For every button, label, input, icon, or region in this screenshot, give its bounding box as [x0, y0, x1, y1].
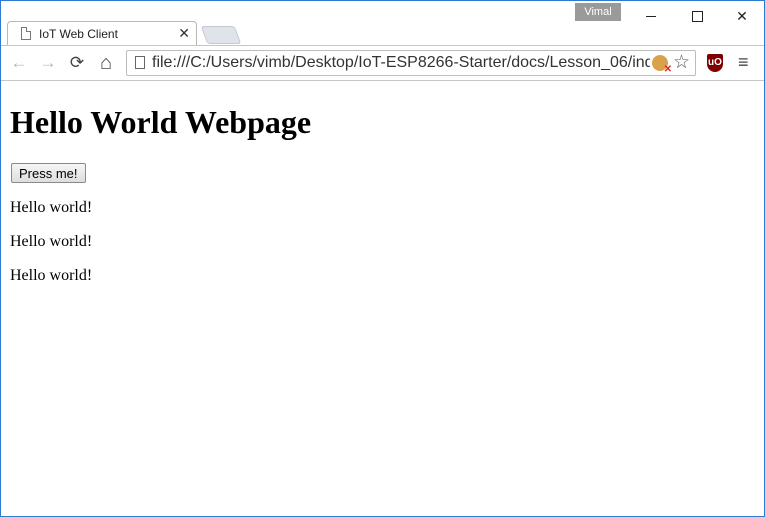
- minimize-button[interactable]: [629, 5, 675, 27]
- tab-title: IoT Web Client: [39, 27, 118, 41]
- home-icon[interactable]: ⌂: [95, 52, 117, 74]
- close-window-button[interactable]: ✕: [719, 5, 764, 27]
- page-heading: Hello World Webpage: [10, 104, 312, 140]
- address-bar[interactable]: file:///C:/Users/vimb/Desktop/IoT-ESP826…: [126, 50, 696, 76]
- document-icon: [21, 27, 31, 40]
- page-content: Hello World Webpage Press me! Hello worl…: [1, 81, 764, 516]
- back-arrow-icon[interactable]: ←: [8, 52, 30, 74]
- page-icon: [135, 56, 145, 69]
- hello-paragraph: Hello world!: [10, 233, 93, 250]
- profile-badge[interactable]: Vimal: [575, 3, 621, 21]
- url-text[interactable]: file:///C:/Users/vimb/Desktop/IoT-ESP826…: [152, 54, 650, 72]
- press-me-button[interactable]: Press me!: [11, 163, 86, 183]
- hello-paragraph: Hello world!: [10, 267, 93, 284]
- browser-toolbar: ← → ⟳ ⌂ file:///C:/Users/vimb/Desktop/Io…: [1, 45, 764, 81]
- reload-icon[interactable]: ⟳: [66, 52, 88, 74]
- browser-window: IoT Web Client ✕ Vimal ✕ ← → ⟳ ⌂ file://…: [0, 0, 765, 517]
- forward-arrow-icon[interactable]: →: [37, 52, 59, 74]
- hello-paragraph: Hello world!: [10, 199, 93, 216]
- menu-icon[interactable]: ≡: [738, 52, 749, 73]
- maximize-icon: [692, 11, 703, 22]
- title-bar: IoT Web Client ✕ Vimal ✕: [1, 1, 764, 45]
- cookie-blocked-icon[interactable]: [652, 55, 672, 75]
- tab-iot-web-client[interactable]: IoT Web Client ✕: [7, 21, 197, 45]
- minimize-icon: [646, 16, 656, 17]
- tab-close-icon[interactable]: ✕: [178, 25, 190, 41]
- maximize-button[interactable]: [675, 5, 721, 27]
- new-tab-button[interactable]: [200, 26, 242, 44]
- ublock-icon[interactable]: uO: [707, 54, 723, 72]
- bookmark-star-icon[interactable]: ☆: [673, 51, 690, 74]
